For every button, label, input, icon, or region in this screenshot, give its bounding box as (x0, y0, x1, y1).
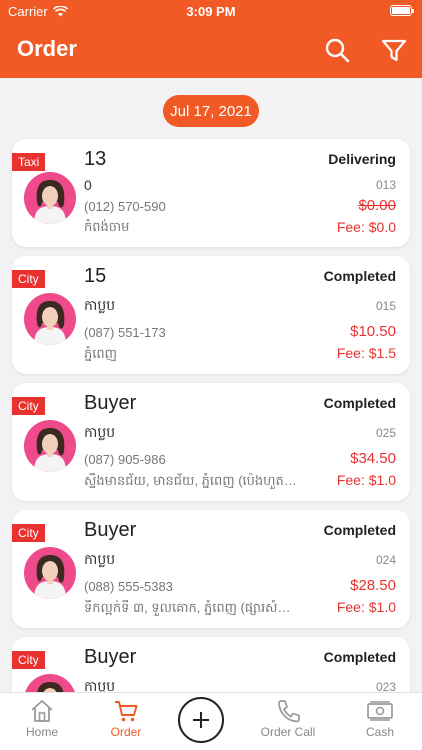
order-status: Completed (323, 268, 396, 284)
avatar (24, 674, 76, 692)
filter-icon[interactable] (380, 36, 408, 64)
page-title: Order (17, 36, 77, 61)
order-amount: $34.50 (350, 450, 396, 467)
customer-subtitle: កាប្លប (84, 297, 116, 313)
avatar (24, 420, 76, 472)
delivery-fee: Fee: $0.0 (336, 219, 396, 235)
tab-label: Cash (365, 725, 394, 739)
order-code: 025 (375, 426, 396, 440)
cart-icon (115, 701, 138, 722)
avatar (24, 172, 76, 224)
customer-phone: (087) 551-173 (84, 325, 166, 340)
tab-label: Order (110, 725, 142, 739)
order-amount: $0.00 (358, 197, 396, 214)
battery-icon (390, 5, 414, 16)
order-status: Delivering (328, 151, 396, 167)
order-list[interactable]: Jul 17, 2021 Taxi 13 0 (012) 570-590 កំព… (0, 78, 422, 692)
tab-order[interactable]: Order (84, 699, 168, 739)
order-card[interactable]: City Buyer កាប្លប Completed 023 (12, 637, 410, 692)
order-type-badge: Taxi (12, 153, 46, 171)
order-code: 013 (375, 178, 396, 192)
home-icon (31, 700, 53, 722)
customer-subtitle: កាប្លប (84, 678, 116, 692)
phone-icon (278, 700, 300, 723)
plus-icon (193, 712, 209, 728)
order-code: 024 (375, 553, 396, 567)
customer-address: ទឹកល្អក់ទី ៣, ទួលគោក, ភ្នំពេញ (ផ្សារសំណង… (84, 600, 302, 615)
order-code: 015 (375, 299, 396, 313)
customer-address: ស្ទឹងមានជ័យ, មានជ័យ, ភ្នំពេញ (ប៉េងហួតស្ទ… (84, 473, 302, 488)
tab-order-call[interactable]: Order Call (246, 699, 330, 739)
cash-icon (367, 701, 393, 721)
tab-home[interactable]: Home (0, 699, 84, 739)
customer-address: ភ្នំពេញ (84, 346, 118, 361)
order-amount: $10.50 (350, 323, 396, 340)
clock: 3:09 PM (186, 4, 236, 19)
delivery-fee: Fee: $1.5 (336, 345, 396, 361)
add-order-button[interactable] (178, 697, 224, 743)
customer-name: 15 (84, 265, 107, 287)
navigation-bar: Order (0, 22, 422, 78)
customer-address: កំពង់ចាម (84, 219, 130, 234)
order-type-badge: City (12, 397, 45, 415)
order-amount: $28.50 (350, 577, 396, 594)
customer-phone: (088) 555-5383 (84, 579, 173, 594)
customer-phone: (012) 570-590 (84, 199, 166, 214)
delivery-fee: Fee: $1.0 (336, 599, 396, 615)
delivery-fee: Fee: $1.0 (336, 472, 396, 488)
customer-subtitle: 0 (84, 177, 92, 193)
tab-label: Home (25, 725, 58, 739)
order-card[interactable]: City Buyer កាប្លប (088) 555-5383 ទឹកល្អក… (12, 510, 410, 628)
status-bar: Carrier 3:09 PM (0, 0, 422, 22)
customer-name: 13 (84, 148, 107, 170)
avatar (24, 293, 76, 345)
tab-label: Order Call (260, 725, 316, 739)
order-status: Completed (323, 649, 396, 665)
date-header: Jul 17, 2021 (163, 95, 259, 127)
order-card[interactable]: City 15 កាប្លប (087) 551-173 ភ្នំពេញ Com… (12, 256, 410, 374)
tab-cash[interactable]: Cash (338, 699, 422, 739)
order-card[interactable]: Taxi 13 0 (012) 570-590 កំពង់ចាម Deliver… (12, 139, 410, 247)
order-code: 023 (375, 680, 396, 692)
order-status: Completed (323, 522, 396, 538)
customer-phone: (087) 905-986 (84, 452, 166, 467)
customer-name: Buyer (84, 392, 137, 414)
order-type-badge: City (12, 524, 45, 542)
customer-name: Buyer (84, 519, 137, 541)
customer-subtitle: កាប្លប (84, 551, 116, 567)
search-icon[interactable] (323, 36, 351, 64)
customer-name: Buyer (84, 646, 137, 668)
avatar (24, 547, 76, 599)
order-type-badge: City (12, 270, 45, 288)
order-card[interactable]: City Buyer កាប្លប (087) 905-986 ស្ទឹងមាន… (12, 383, 410, 501)
tab-bar: Home Order Order Call Cash (0, 692, 422, 750)
customer-subtitle: កាប្លប (84, 424, 116, 440)
order-type-badge: City (12, 651, 45, 669)
order-status: Completed (323, 395, 396, 411)
